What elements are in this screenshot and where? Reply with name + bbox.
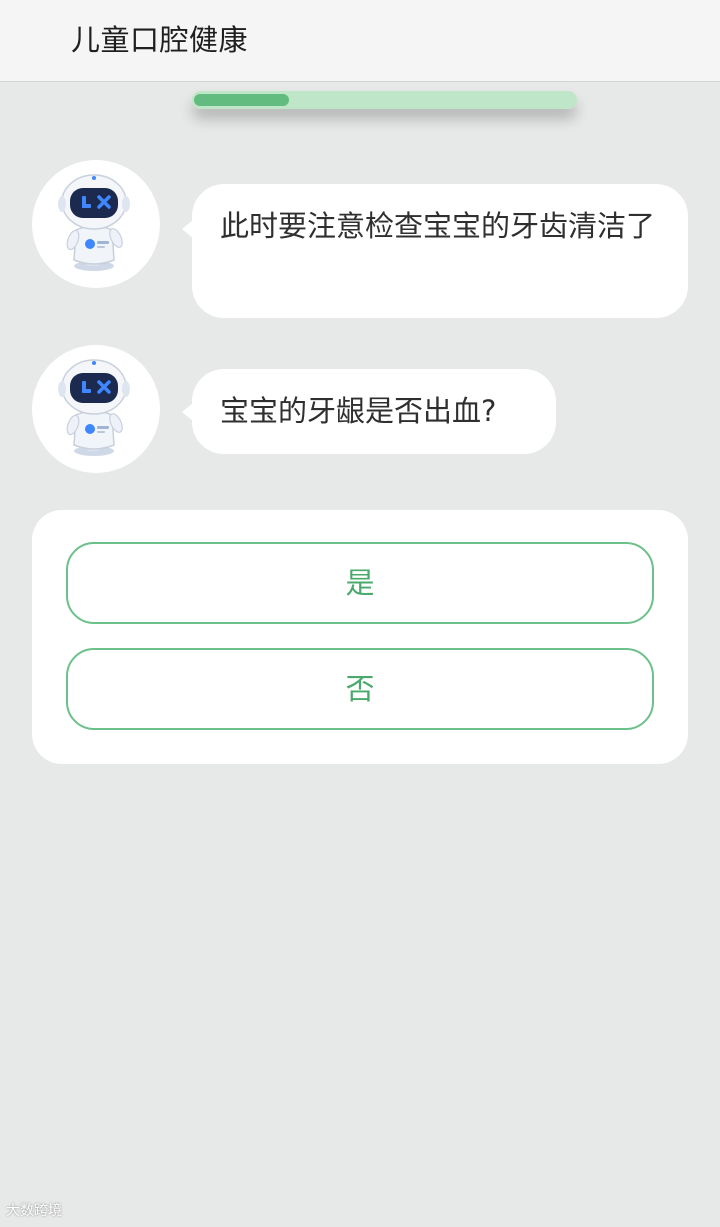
robot-avatar xyxy=(32,345,160,473)
app-header: 儿童口腔健康 xyxy=(0,0,720,82)
chat-bubble: 宝宝的牙龈是否出血? xyxy=(182,369,556,454)
watermark: 大数跨境 xyxy=(6,1203,62,1219)
progress-fill xyxy=(194,94,289,106)
no-button[interactable]: 否 xyxy=(66,648,654,730)
progress-track xyxy=(192,91,577,109)
yes-button[interactable]: 是 xyxy=(66,542,654,624)
robot-avatar xyxy=(32,160,160,288)
robot-mascot-icon xyxy=(58,174,130,271)
chat-bubble: 此时要注意检查宝宝的牙齿清洁了 xyxy=(182,184,688,318)
progress-bar xyxy=(192,91,577,109)
robot-mascot-icon xyxy=(58,359,130,456)
answer-card: 是 否 xyxy=(32,510,688,764)
page-title: 儿童口腔健康 xyxy=(71,23,249,57)
